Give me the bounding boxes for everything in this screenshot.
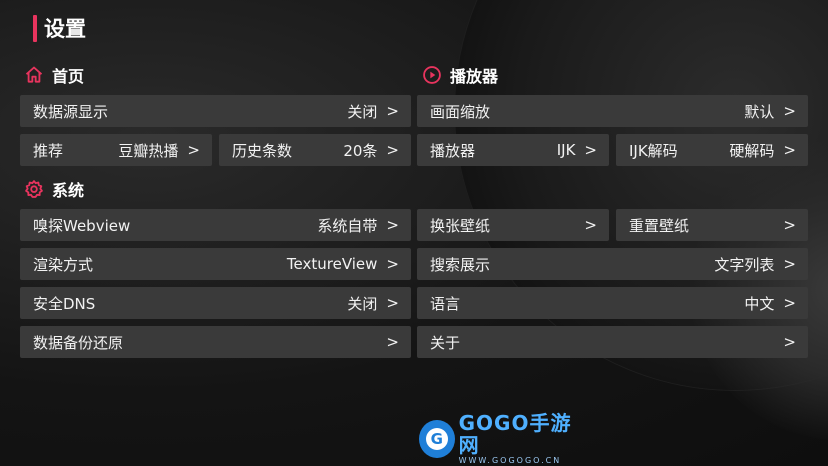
chevron-right-icon: > [783, 333, 796, 351]
chevron-right-icon: > [783, 141, 796, 159]
section-system: 系统 [24, 177, 84, 201]
picture-zoom-row[interactable]: 画面缩放 默认 > [417, 95, 808, 127]
render-mode-row[interactable]: 渲染方式 TextureView > [20, 248, 411, 280]
datasource-display-row[interactable]: 数据源显示 关闭 > [20, 95, 411, 127]
row-value: 20条 > [343, 140, 399, 161]
chevron-right-icon: > [386, 102, 399, 120]
sniff-webview-row[interactable]: 嗅探Webview 系统自带 > [20, 209, 411, 241]
change-wallpaper-row[interactable]: 换张壁纸 > [417, 209, 609, 241]
gogo-logo-mark: G [425, 428, 448, 450]
row-label: 嗅探Webview [33, 216, 131, 235]
page-title: 设置 [44, 17, 86, 41]
search-display-row[interactable]: 搜索展示 文字列表 > [417, 248, 808, 280]
row-value: TextureView > [287, 255, 399, 273]
gear-icon [25, 180, 43, 198]
chevron-right-icon: > [584, 141, 597, 159]
section-home: 首页 [24, 63, 84, 87]
chevron-right-icon: > [584, 216, 597, 234]
player-select-row[interactable]: 播放器 IJK > [417, 134, 609, 166]
section-home-title: 首页 [52, 67, 85, 86]
watermark-url: WWW.GOGOGO.CN [458, 456, 562, 465]
row-value: 默认 > [744, 101, 796, 122]
row-label: 重置壁纸 [629, 216, 690, 235]
row-label: 关于 [430, 333, 461, 352]
watermark-brand: GOGO手游网 [458, 411, 572, 457]
about-row[interactable]: 关于 > [417, 326, 808, 358]
row-label: 安全DNS [33, 294, 96, 313]
data-backup-restore-row[interactable]: 数据备份还原 > [20, 326, 411, 358]
ijk-decode-row[interactable]: IJK解码 硬解码 > [616, 134, 808, 166]
recommend-row[interactable]: 推荐 豆瓣热播 > [20, 134, 212, 166]
chevron-right-icon: > [386, 255, 399, 273]
reset-wallpaper-row[interactable]: 重置壁纸 > [616, 209, 808, 241]
gogo-logo-text: GOGO手游网 WWW.GOGOGO.CN [459, 412, 584, 466]
row-value: > [575, 216, 597, 234]
row-value-text: 硬解码 [729, 141, 775, 160]
row-value-text: 系统自带 [317, 216, 378, 235]
row-value: 豆瓣热播 > [118, 140, 200, 161]
row-label: 数据源显示 [33, 102, 109, 121]
row-value: > [774, 216, 796, 234]
chevron-right-icon: > [386, 141, 399, 159]
row-value-text: 关闭 [347, 294, 378, 313]
row-label: 推荐 [33, 141, 64, 160]
title-accent-bar [33, 15, 37, 42]
row-value-text: 中文 [744, 294, 775, 313]
row-label: 数据备份还原 [33, 333, 124, 352]
row-value-text: IJK [556, 141, 576, 159]
home-icon [25, 66, 43, 83]
chevron-right-icon: > [783, 255, 796, 273]
row-value: 系统自带 > [317, 215, 399, 236]
gogo-watermark-logo: G GOGO手游网 WWW.GOGOGO.CN [419, 412, 584, 465]
row-label: 换张壁纸 [430, 216, 491, 235]
history-count-row[interactable]: 历史条数 20条 > [219, 134, 411, 166]
row-value: 中文 > [744, 293, 796, 314]
row-value: > [774, 333, 796, 351]
row-value-text: 20条 [343, 141, 378, 160]
row-label: 画面缩放 [430, 102, 491, 121]
row-label: IJK解码 [629, 141, 678, 160]
section-system-title: 系统 [52, 181, 85, 200]
row-value-text: 关闭 [347, 102, 378, 121]
chevron-right-icon: > [783, 216, 796, 234]
row-label: 搜索展示 [430, 255, 491, 274]
chevron-right-icon: > [386, 294, 399, 312]
row-value: 硬解码 > [729, 140, 796, 161]
row-label: 历史条数 [232, 141, 293, 160]
chevron-right-icon: > [783, 294, 796, 312]
row-value: > [377, 333, 399, 351]
section-player: 播放器 [422, 63, 498, 87]
chevron-right-icon: > [783, 102, 796, 120]
secure-dns-row[interactable]: 安全DNS 关闭 > [20, 287, 411, 319]
chevron-right-icon: > [187, 141, 200, 159]
chevron-right-icon: > [386, 216, 399, 234]
play-circle-icon [423, 66, 441, 84]
language-row[interactable]: 语言 中文 > [417, 287, 808, 319]
row-value: 文字列表 > [714, 254, 796, 275]
gogo-logo-icon: G [419, 420, 455, 458]
row-value-text: 文字列表 [714, 255, 775, 274]
section-player-title: 播放器 [450, 67, 499, 86]
row-value-text: 豆瓣热播 [118, 141, 179, 160]
row-label: 语言 [430, 294, 461, 313]
row-value: 关闭 > [347, 293, 399, 314]
row-label: 渲染方式 [33, 255, 94, 274]
chevron-right-icon: > [386, 333, 399, 351]
row-value-text: 默认 [744, 102, 775, 121]
row-value-text: TextureView [286, 255, 378, 273]
row-value: IJK > [557, 141, 597, 159]
row-label: 播放器 [430, 141, 476, 160]
row-value: 关闭 > [347, 101, 399, 122]
